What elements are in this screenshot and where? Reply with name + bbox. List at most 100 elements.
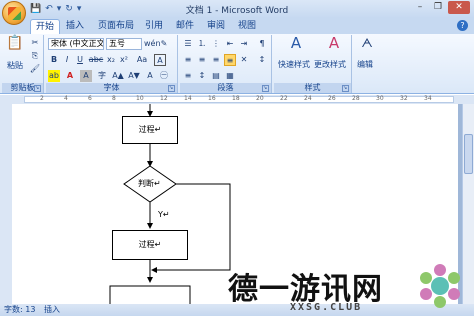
horizontal-ruler[interactable]: 2 4 6 8 10 12 14 16 18 20 22 24 26 28 30 32 34	[0, 95, 474, 104]
copy-icon[interactable]: ⎘	[29, 50, 41, 62]
ruler-mark: 18	[232, 95, 240, 102]
superscript-button[interactable]: x²	[118, 54, 130, 66]
tab-mailings[interactable]: 邮件	[176, 19, 194, 34]
quick-styles-icon[interactable]: A	[286, 36, 306, 55]
process-box-2-label: 过程↵	[138, 240, 162, 249]
styles-group: A 快速样式 A 更改样式 样式 ↘	[274, 35, 352, 93]
watermark: 德一游讯网 XXSG.CLUB	[222, 258, 472, 316]
paste-button[interactable]: 粘贴	[7, 60, 23, 71]
numbering-button[interactable]: ⒈	[196, 38, 208, 50]
subscript-button[interactable]: x₂	[105, 54, 117, 66]
paste-icon[interactable]: 📋	[6, 36, 24, 57]
tab-view[interactable]: 视图	[238, 19, 256, 34]
process-box-2: 过程↵	[112, 230, 188, 260]
align-center-button[interactable]: ≡	[196, 54, 208, 66]
paragraph-shading-button[interactable]: ▤	[210, 70, 222, 82]
sort-button[interactable]: ↕	[256, 54, 268, 66]
paragraph-launcher-icon[interactable]: ↘	[262, 85, 269, 92]
highlight-button[interactable]: ab	[48, 70, 60, 82]
change-case-button[interactable]: Aa	[134, 54, 150, 66]
ruler-mark: 30	[376, 95, 384, 102]
font-launcher-icon[interactable]: ↘	[168, 85, 175, 92]
decision-label: 判断↵	[138, 179, 161, 188]
paragraph-group: ☰ ⒈ ⋮ ⇤ ⇥ ¶ ≡ ≡ ≡ ≡ ✕ ↕ ≡ ↕ ▤ ▦ 段落 ↘	[180, 35, 272, 93]
quick-styles-button[interactable]: 快速样式	[278, 59, 310, 70]
insert-mode[interactable]: 插入	[44, 304, 60, 316]
increase-indent-button[interactable]: ⇥	[238, 38, 250, 50]
strikethrough-button[interactable]: abc	[88, 54, 104, 66]
char-scale-button[interactable]: A	[144, 70, 156, 82]
font-name-select[interactable]: 宋体 (中文正文)	[48, 38, 104, 50]
tab-page-layout[interactable]: 页面布局	[98, 19, 134, 34]
char-shading-button[interactable]: A	[80, 70, 92, 82]
ruler-mark: 34	[424, 95, 432, 102]
align-right-button[interactable]: ≡	[210, 54, 222, 66]
align-left-button[interactable]: ≡	[182, 54, 194, 66]
find-icon[interactable]: ᗅ	[358, 37, 376, 55]
font-color-button[interactable]: A	[64, 70, 76, 82]
ruler-mark: 16	[208, 95, 216, 102]
distribute-button[interactable]: ≡	[182, 70, 194, 82]
decrease-indent-button[interactable]: ⇤	[224, 38, 236, 50]
word-count[interactable]: 字数: 13	[4, 304, 35, 316]
styles-launcher-icon[interactable]: ↘	[342, 85, 349, 92]
minimize-button[interactable]: –	[412, 1, 428, 14]
help-icon[interactable]: ?	[457, 20, 468, 31]
watermark-logo-icon	[420, 264, 460, 308]
ruler-mark: 12	[160, 95, 168, 102]
font-size-select[interactable]: 五号	[106, 38, 142, 50]
close-button[interactable]: ✕	[448, 1, 470, 14]
title-bar: 💾 ↶ ▾ ↻ ▾ 文档 1 - Microsoft Word – ❐ ✕	[0, 0, 474, 25]
editing-button[interactable]: 编辑	[357, 59, 373, 70]
italic-button[interactable]: I	[61, 54, 73, 66]
chinese-layout-button[interactable]: ✕	[238, 54, 250, 66]
office-logo-icon	[8, 7, 21, 20]
window-title: 文档 1 - Microsoft Word	[185, 6, 289, 16]
bold-button[interactable]: B	[48, 54, 60, 66]
enclose-char-button[interactable]: 字	[96, 70, 108, 82]
change-styles-icon[interactable]: A	[324, 36, 344, 55]
change-styles-button[interactable]: 更改样式	[314, 59, 346, 70]
show-marks-button[interactable]: ¶	[256, 38, 268, 50]
bullets-button[interactable]: ☰	[182, 38, 194, 50]
grow-font-button[interactable]: A▲	[112, 70, 124, 82]
ruler-mark: 24	[304, 95, 312, 102]
process-box-1: 过程↵	[122, 116, 178, 144]
char-border-icon[interactable]: A	[154, 54, 166, 66]
tab-insert[interactable]: 插入	[66, 19, 84, 34]
ribbon: 📋 粘贴 ✂ ⎘ 🖌 剪贴板 ↘ 宋体 (中文正文) 五号 wén ✎ B I …	[0, 34, 474, 94]
borders-button[interactable]: ▦	[224, 70, 236, 82]
clear-format-icon[interactable]: ✎	[158, 38, 170, 50]
cut-icon[interactable]: ✂	[29, 37, 41, 49]
window-controls: – ❐ ✕	[412, 1, 470, 14]
tab-references[interactable]: 引用	[145, 19, 163, 34]
ruler-mark: 6	[88, 95, 92, 102]
scrollbar-thumb[interactable]	[464, 134, 473, 174]
ruler-mark: 2	[40, 95, 44, 102]
tab-review[interactable]: 审阅	[207, 19, 225, 34]
office-button[interactable]	[2, 1, 26, 25]
multilevel-list-button[interactable]: ⋮	[210, 38, 222, 50]
ruler-mark: 4	[64, 95, 68, 102]
editing-group: ᗅ 编辑	[354, 35, 380, 93]
watermark-subtext: XXSG.CLUB	[290, 302, 363, 313]
phonetic-guide-icon[interactable]: wén	[144, 38, 161, 50]
shrink-font-button[interactable]: A▼	[128, 70, 140, 82]
font-group-label: 字体	[46, 83, 177, 93]
enclose-circle-button[interactable]: ㊀	[158, 70, 170, 82]
underline-button[interactable]: U	[74, 54, 86, 66]
vertical-ruler[interactable]	[0, 104, 12, 304]
ruler-mark: 10	[136, 95, 144, 102]
process-box-1-label: 过程↵	[138, 125, 162, 134]
ruler-mark: 14	[184, 95, 192, 102]
line-spacing-button[interactable]: ↕	[196, 70, 208, 82]
tab-home[interactable]: 开始	[30, 19, 61, 34]
yes-branch-label: Y↵	[158, 210, 170, 219]
justify-button[interactable]: ≡	[224, 54, 236, 66]
clipboard-launcher-icon[interactable]: ↘	[34, 85, 41, 92]
format-painter-icon[interactable]: 🖌	[29, 63, 41, 75]
ruler-mark: 22	[280, 95, 288, 102]
maximize-button[interactable]: ❐	[430, 1, 446, 14]
ribbon-tabs: 开始 插入 页面布局 引用 邮件 审阅 视图 ?	[0, 18, 474, 34]
clipboard-group: 📋 粘贴 ✂ ⎘ 🖌 剪贴板 ↘	[2, 35, 44, 93]
